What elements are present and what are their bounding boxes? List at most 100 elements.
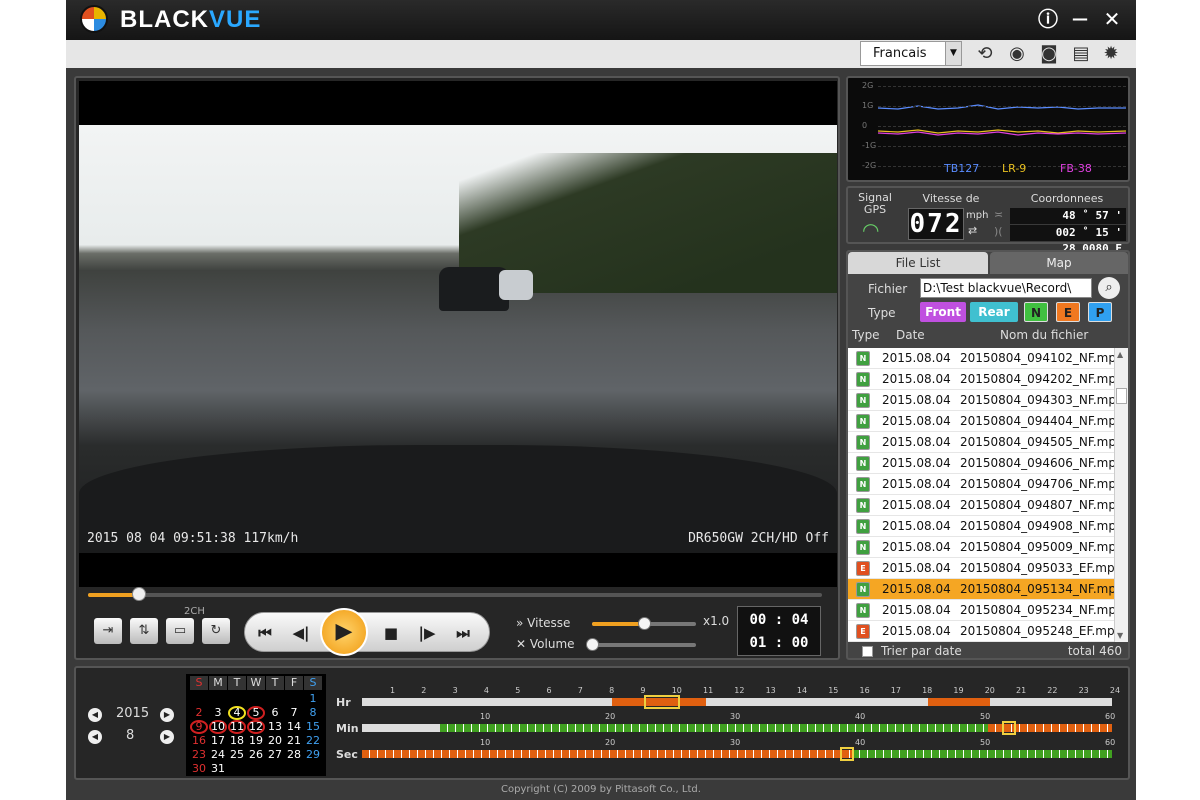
calendar-day[interactable]: 24: [209, 748, 227, 762]
calendar-day[interactable]: 17: [209, 734, 227, 748]
list-item[interactable]: N 2015.08.04 20150804_094202_NF.mp4: [848, 369, 1114, 390]
skip-previous-icon[interactable]: ⏮: [251, 619, 279, 647]
scroll-up-icon[interactable]: ▲: [1117, 350, 1123, 359]
close-button[interactable]: ✕: [1100, 7, 1124, 31]
list-item[interactable]: N 2015.08.04 20150804_094807_NF.mp4: [848, 495, 1114, 516]
search-icon[interactable]: ⌕: [1098, 277, 1120, 299]
type-filter-e[interactable]: E: [1056, 302, 1080, 322]
play-button[interactable]: ▶: [320, 608, 368, 656]
second-timeline[interactable]: [362, 747, 1112, 761]
list-item[interactable]: N 2015.08.04 20150804_094404_NF.mp4: [848, 411, 1114, 432]
calendar-day[interactable]: 22: [304, 734, 322, 748]
list-item[interactable]: N 2015.08.04 20150804_094505_NF.mp4: [848, 432, 1114, 453]
list-item[interactable]: N 2015.08.04 20150804_094706_NF.mp4: [848, 474, 1114, 495]
volume-slider-handle[interactable]: [586, 638, 599, 651]
list-item[interactable]: N 2015.08.04 20150804_095134_NF.mp4: [848, 579, 1114, 600]
scroll-down-icon[interactable]: ▼: [1117, 631, 1123, 640]
calendar-day[interactable]: 11: [228, 720, 246, 734]
col-name[interactable]: Nom du fichier: [1000, 328, 1088, 342]
frame-back-icon[interactable]: ◀|: [287, 619, 315, 647]
calendar-day[interactable]: 12: [247, 720, 265, 734]
type-filter-n[interactable]: N: [1024, 302, 1048, 322]
scrollbar[interactable]: ▲ ▼: [1114, 348, 1128, 642]
minute-timeline[interactable]: [362, 721, 1112, 735]
list-item[interactable]: N 2015.08.04 20150804_095009_NF.mp4: [848, 537, 1114, 558]
hour-marker[interactable]: [644, 695, 680, 709]
calendar-day[interactable]: 18: [228, 734, 246, 748]
calendar-day[interactable]: 4: [228, 706, 246, 720]
stop-icon[interactable]: ■: [377, 619, 405, 647]
calendar-day[interactable]: 21: [285, 734, 303, 748]
calendar-day[interactable]: 7: [285, 706, 303, 720]
type-filter-rear[interactable]: Rear: [970, 302, 1018, 322]
refresh-icon[interactable]: ⟲: [972, 42, 998, 66]
calendar-day[interactable]: 29: [304, 748, 322, 762]
seek-handle[interactable]: [132, 587, 147, 601]
camera-icon[interactable]: ◙: [1036, 42, 1062, 66]
calendar-day[interactable]: 31: [209, 762, 227, 776]
calendar-day[interactable]: 5: [247, 706, 265, 720]
list-item[interactable]: N 2015.08.04 20150804_094303_NF.mp4: [848, 390, 1114, 411]
info-icon[interactable]: ⓘ: [1036, 7, 1060, 31]
type-filter-p[interactable]: P: [1088, 302, 1112, 322]
tab-map[interactable]: Map: [990, 252, 1128, 274]
calendar-day[interactable]: 23: [190, 748, 208, 762]
minute-marker[interactable]: [1002, 721, 1016, 735]
hour-timeline[interactable]: [362, 695, 1112, 709]
calendar-day[interactable]: 28: [285, 748, 303, 762]
calendar-day[interactable]: 10: [209, 720, 227, 734]
col-type[interactable]: Type: [852, 328, 880, 342]
list-item[interactable]: N 2015.08.04 20150804_094908_NF.mp4: [848, 516, 1114, 537]
export-icon[interactable]: ⇥: [94, 618, 122, 644]
frame-forward-icon[interactable]: |▶: [413, 619, 441, 647]
mute-icon[interactable]: ✕: [516, 637, 526, 651]
col-date[interactable]: Date: [896, 328, 925, 342]
language-select[interactable]: Francais ▼: [860, 41, 962, 66]
second-marker[interactable]: [840, 747, 854, 761]
calendar-day[interactable]: 19: [247, 734, 265, 748]
calendar-day[interactable]: 26: [247, 748, 265, 762]
type-filter-front[interactable]: Front: [920, 302, 966, 322]
skip-next-icon[interactable]: ⏭: [449, 619, 477, 647]
speed-slider-handle[interactable]: [638, 617, 651, 630]
speed-slider[interactable]: [592, 617, 696, 630]
list-item[interactable]: E 2015.08.04 20150804_095248_EF.mp4: [848, 621, 1114, 642]
calendar-day[interactable]: 30: [190, 762, 208, 776]
month-prev-icon[interactable]: ◀: [88, 730, 102, 744]
pip-icon[interactable]: ▭: [166, 618, 194, 644]
sort-checkbox[interactable]: [862, 646, 873, 657]
month-next-icon[interactable]: ▶: [160, 730, 174, 744]
chevron-down-icon[interactable]: ▼: [945, 42, 961, 65]
calendar-day[interactable]: 9: [190, 720, 208, 734]
calendar-day[interactable]: 3: [209, 706, 227, 720]
printer-icon[interactable]: ▤: [1068, 42, 1094, 66]
year-next-icon[interactable]: ▶: [160, 708, 174, 722]
calendar-day[interactable]: 16: [190, 734, 208, 748]
scroll-thumb[interactable]: [1116, 388, 1127, 404]
list-item[interactable]: E 2015.08.04 20150804_095033_EF.mp4: [848, 558, 1114, 579]
list-item[interactable]: N 2015.08.04 20150804_094606_NF.mp4: [848, 453, 1114, 474]
minimize-button[interactable]: —: [1068, 7, 1092, 31]
tab-file-list[interactable]: File List: [848, 252, 988, 274]
calendar-day[interactable]: 15: [304, 720, 322, 734]
gear-icon[interactable]: ✹: [1098, 42, 1124, 66]
calendar-day[interactable]: 27: [266, 748, 284, 762]
calendar-day[interactable]: 2: [190, 706, 208, 720]
volume-slider[interactable]: [586, 638, 696, 651]
calendar-day[interactable]: 25: [228, 748, 246, 762]
list-item[interactable]: N 2015.08.04 20150804_095234_NF.mp4: [848, 600, 1114, 621]
unit-swap-icon[interactable]: ⇄: [968, 224, 977, 237]
folder-path-input[interactable]: D:\Test blackvue\Record\: [920, 278, 1092, 298]
compass-icon[interactable]: ◉: [1004, 42, 1030, 66]
rotate-icon[interactable]: ↻: [202, 618, 230, 644]
sort-by-date[interactable]: Trier par date: [862, 644, 962, 658]
calendar-day[interactable]: 6: [266, 706, 284, 720]
list-item[interactable]: N 2015.08.04 20150804_094102_NF.mp4: [848, 348, 1114, 369]
year-prev-icon[interactable]: ◀: [88, 708, 102, 722]
calendar-day[interactable]: 20: [266, 734, 284, 748]
calendar-day[interactable]: 8: [304, 706, 322, 720]
calendar-day[interactable]: 13: [266, 720, 284, 734]
seek-bar[interactable]: [88, 587, 822, 601]
calendar-day[interactable]: 14: [285, 720, 303, 734]
calendar-day[interactable]: 1: [304, 692, 322, 706]
